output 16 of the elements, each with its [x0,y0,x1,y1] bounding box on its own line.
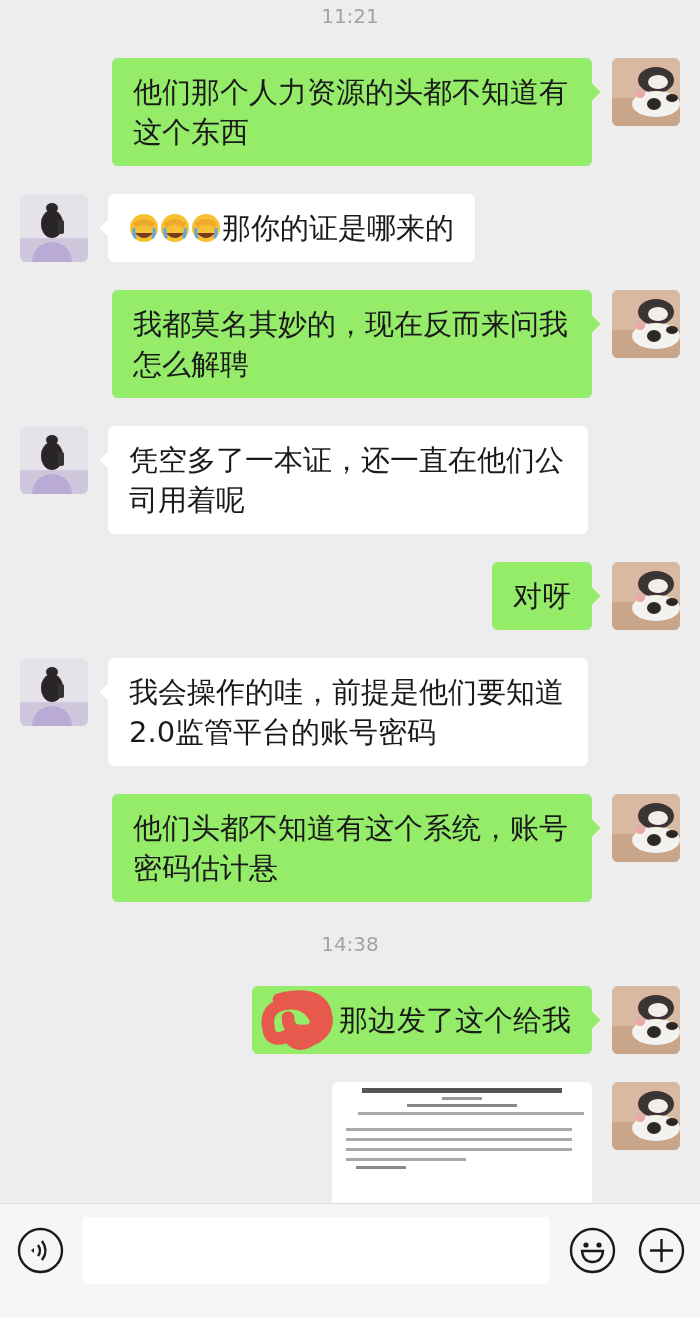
message-bubble[interactable]: 他们头都不知道有这个系统，账号密码估计悬 [112,794,592,902]
message-bubble[interactable]: 凭空多了一本证，还一直在他们公司用着呢 [108,426,588,534]
message-bubble[interactable]: 我都莫名其妙的，现在反而来问我怎么解聘 [112,290,592,398]
timestamp: 11:21 [321,3,379,30]
message-bubble[interactable]: 他们那个人力资源的头都不知道有这个东西 [112,58,592,166]
add-button[interactable] [638,1227,685,1274]
voice-icon [17,1227,64,1274]
message-bubble[interactable]: 对呀 [492,562,592,630]
plus-icon [638,1227,685,1274]
timestamp: 14:38 [321,931,379,958]
voice-button[interactable] [17,1227,64,1274]
message-bubble[interactable]: 我会操作的哇，前提是他们要知道2.0监管平台的账号密码 [108,658,588,766]
smiley-icon [569,1227,616,1274]
message-bubble[interactable]: 那你的证是哪来的 [108,194,475,262]
emoji-button[interactable] [569,1227,616,1274]
message-bubble[interactable]: 那边发了这个给我 [252,986,592,1054]
